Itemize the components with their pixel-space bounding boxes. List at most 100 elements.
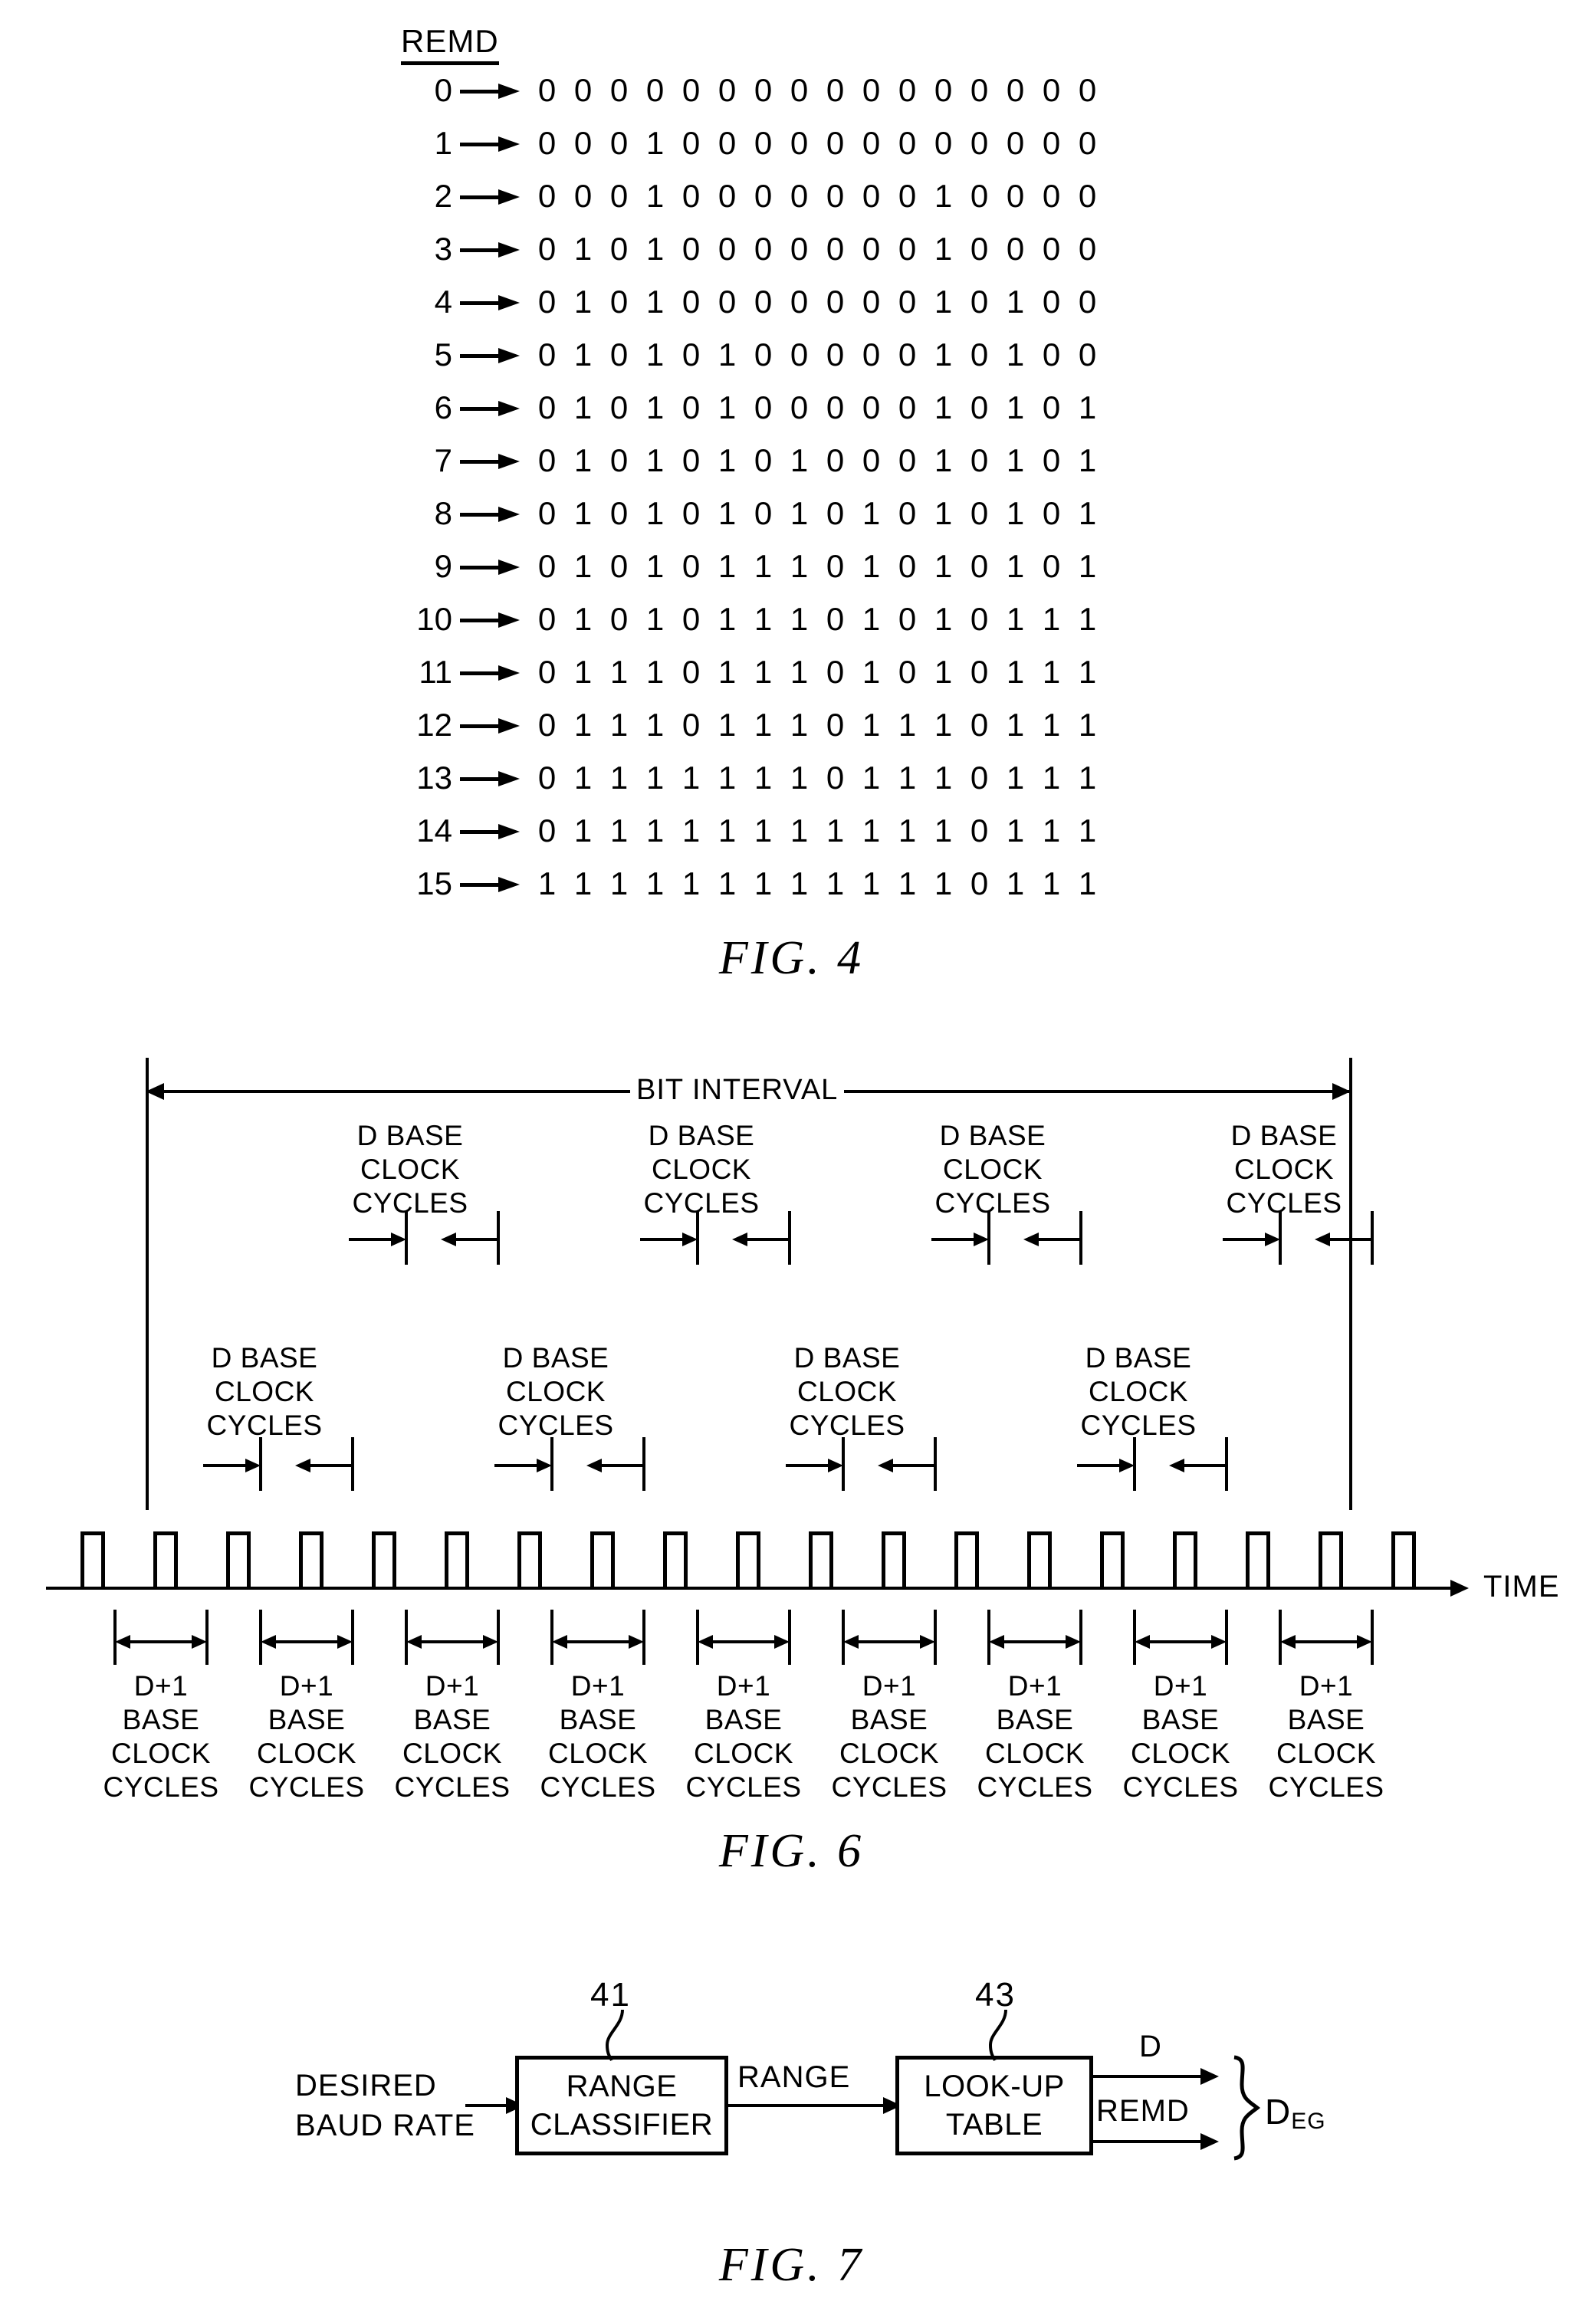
remd-bit: 0 — [898, 231, 917, 267]
remd-table-row: 30101000000010000 — [0, 229, 1583, 277]
d-plus-1-base-clock-label: D+1 BASE CLOCK CYCLES — [958, 1669, 1112, 1804]
remd-bit: 0 — [609, 284, 629, 320]
remd-table-row: 00000000000000000 — [0, 71, 1583, 118]
d-plus-1-label-line3: CLOCK — [1276, 1738, 1376, 1769]
dimension-line — [349, 1238, 396, 1241]
remd-bit: 0 — [681, 548, 701, 584]
remd-row-arrow-icon — [460, 242, 521, 258]
remd-bit: 1 — [609, 760, 629, 796]
d-plus-1-arrowhead-left — [406, 1635, 422, 1649]
remd-bit: 0 — [537, 760, 557, 796]
range-classifier-block[interactable]: RANGE CLASSIFIER — [515, 2056, 728, 2155]
remd-bit: 1 — [718, 865, 737, 901]
remd-bit: 0 — [609, 442, 629, 478]
lookup-table-block[interactable]: LOOK-UP TABLE — [895, 2056, 1093, 2155]
dimension-line — [1180, 1464, 1227, 1467]
remd-bit: 1 — [1078, 812, 1097, 849]
remd-bit: 0 — [970, 336, 989, 373]
d-plus-1-label-line1: D+1 — [425, 1670, 480, 1702]
dimension-arrowhead-left — [1169, 1459, 1184, 1472]
d-base-clock-label-lower-1: D BASE CLOCK CYCLES — [184, 1341, 345, 1443]
remd-bit: 0 — [537, 389, 557, 425]
remd-row-index: 6 — [434, 389, 452, 425]
clock-pulse — [1173, 1531, 1197, 1587]
d-plus-1-arrowhead-right — [337, 1635, 353, 1649]
remd-bit: 1 — [573, 865, 593, 901]
remd-bit: 1 — [645, 231, 665, 267]
remd-row-arrow-icon — [460, 665, 521, 681]
remd-bit: 1 — [1042, 812, 1061, 849]
clock-pulse — [1027, 1531, 1052, 1587]
remd-bit: 0 — [681, 178, 701, 214]
remd-bit: 1 — [898, 760, 917, 796]
bit-interval-left-tick — [146, 1058, 149, 1510]
d-plus-1-arrowhead-left — [115, 1635, 130, 1649]
d-plus-1-label-line2: BASE — [122, 1704, 200, 1735]
remd-bit: 0 — [1006, 125, 1025, 161]
d-base-clock-label-lower-3: D BASE CLOCK CYCLES — [767, 1341, 928, 1443]
dimension-line — [1034, 1238, 1081, 1241]
clock-pulse — [1319, 1531, 1343, 1587]
remd-bit: 1 — [790, 495, 809, 531]
remd-table-row: 10001000000000000 — [0, 123, 1583, 171]
remd-bit: 1 — [934, 865, 953, 901]
remd-bit: 1 — [826, 865, 845, 901]
remd-row-bits: 0101011101010111 — [529, 599, 1105, 639]
remd-row-bits: 0101010100010101 — [529, 441, 1105, 481]
remd-bit: 1 — [1006, 654, 1025, 690]
remd-row-arrow-icon — [460, 136, 521, 152]
remd-row-index: 3 — [434, 231, 452, 267]
clock-pulse — [1391, 1531, 1416, 1587]
remd-row-index: 12 — [416, 707, 452, 743]
remd-bit: 1 — [1006, 601, 1025, 637]
remd-bit: 0 — [537, 495, 557, 531]
remd-row-arrow-icon — [460, 189, 521, 205]
remd-output-label: REMD — [1096, 2094, 1190, 2128]
remd-bit: 1 — [1006, 812, 1025, 849]
dimension-line — [1077, 1464, 1124, 1467]
remd-bit: 1 — [862, 760, 881, 796]
remd-bit: 0 — [537, 125, 557, 161]
dimension-line — [786, 1464, 833, 1467]
remd-bit: 1 — [609, 812, 629, 849]
remd-row-arrow-icon — [460, 507, 521, 522]
remd-bit: 0 — [898, 389, 917, 425]
remd-bit: 0 — [1006, 72, 1025, 108]
dimension-line — [597, 1464, 644, 1467]
remd-table-row: 80101010101010101 — [0, 494, 1583, 541]
remd-bit: 1 — [645, 548, 665, 584]
remd-bit: 1 — [537, 865, 557, 901]
figure-6: BIT INTERVAL D BASE CLOCK CYCLES D BASE … — [0, 1050, 1583, 1901]
d-plus-1-label-line3: CLOCK — [548, 1738, 648, 1769]
remd-bit: 1 — [1078, 654, 1097, 690]
remd-bit: 1 — [790, 707, 809, 743]
remd-bit: 0 — [970, 72, 989, 108]
remd-bit: 1 — [754, 865, 773, 901]
clock-pulse — [153, 1531, 178, 1587]
dimension-arrowhead-right — [1119, 1459, 1135, 1472]
remd-column-header: REMD — [401, 23, 499, 65]
d-plus-1-base-clock-label: D+1 BASE CLOCK CYCLES — [667, 1669, 820, 1804]
remd-bit: 0 — [790, 231, 809, 267]
remd-bit: 1 — [898, 812, 917, 849]
remd-bit: 1 — [862, 601, 881, 637]
remd-bit: 0 — [537, 178, 557, 214]
remd-bit: 0 — [754, 178, 773, 214]
d-label-line1: D BASE — [1230, 1120, 1338, 1151]
remd-row-index: 8 — [434, 495, 452, 531]
d-base-clock-label-upper-4: D BASE CLOCK CYCLES — [1204, 1119, 1365, 1220]
remd-bit: 0 — [718, 231, 737, 267]
d-plus-1-line — [564, 1640, 632, 1643]
remd-bit: 0 — [1042, 178, 1061, 214]
remd-bit: 0 — [898, 125, 917, 161]
d-label-line2: CLOCK — [215, 1376, 314, 1407]
remd-row-index: 5 — [434, 336, 452, 373]
remd-bit: 1 — [718, 495, 737, 531]
d-plus-1-base-clock-label: D+1 BASE CLOCK CYCLES — [521, 1669, 675, 1804]
remd-bit: 0 — [609, 389, 629, 425]
d-plus-1-base-clock-label: D+1 BASE CLOCK CYCLES — [230, 1669, 383, 1804]
dimension-arrowhead-left — [732, 1233, 747, 1246]
remd-row-bits: 0111111101110111 — [529, 758, 1105, 798]
remd-bit: 0 — [537, 284, 557, 320]
remd-bit: 1 — [573, 601, 593, 637]
